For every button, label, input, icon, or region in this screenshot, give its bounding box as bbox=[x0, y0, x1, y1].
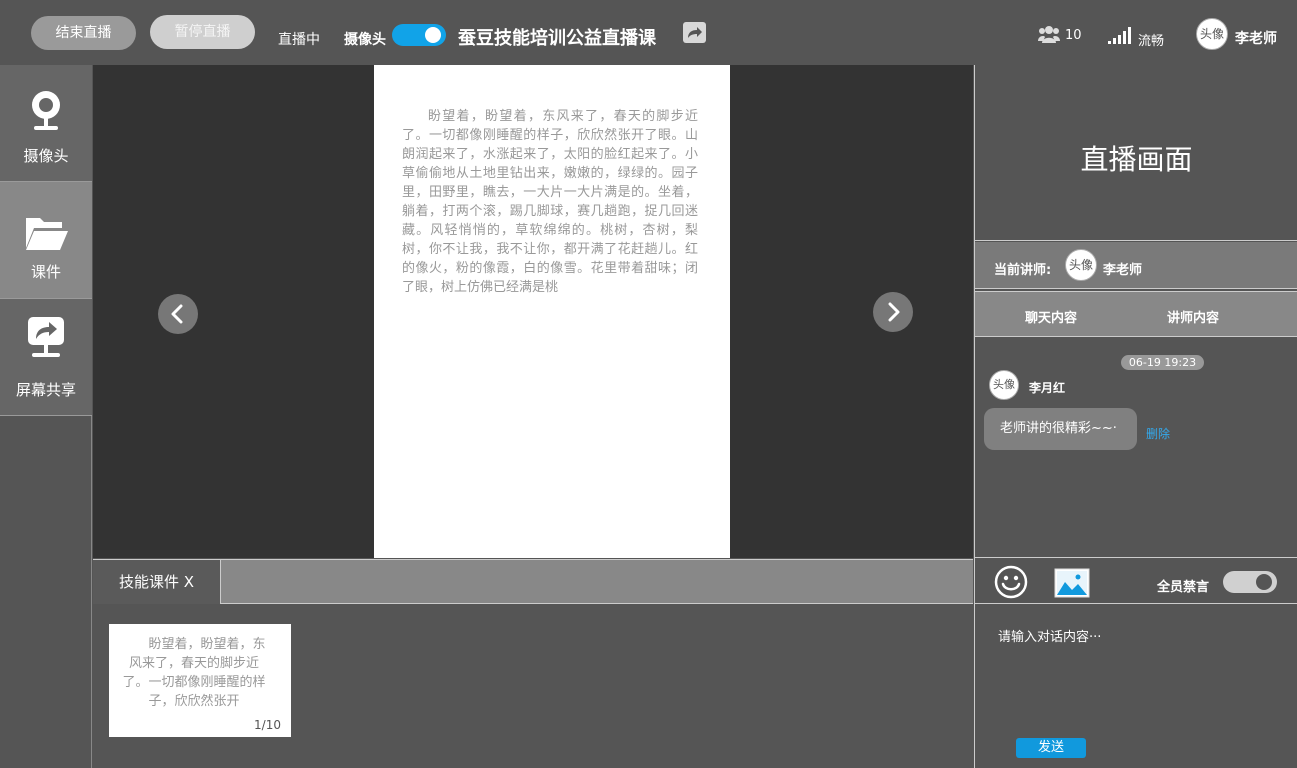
mute-all-label: 全员禁言 bbox=[1157, 580, 1210, 595]
avatar: 头像 bbox=[989, 370, 1019, 400]
next-page-button[interactable] bbox=[873, 292, 913, 332]
screen-share-icon bbox=[28, 317, 64, 357]
sidebar-item-label: 课件 bbox=[30, 263, 61, 281]
right-panel: 直播画面 当前讲师: 头像 李老师 聊天内容 讲师内容 06-19 19:23 … bbox=[974, 65, 1297, 768]
delete-message-link[interactable]: 删除 bbox=[1146, 425, 1170, 442]
thumbnail-strip: 盼望着，盼望着，东风来了，春天的脚步近了。一切都像刚睡醒的样子，欣欣然张开 1/… bbox=[93, 605, 973, 768]
live-screen: 直播画面 bbox=[975, 65, 1297, 241]
users-icon bbox=[1038, 26, 1060, 43]
prev-page-button[interactable] bbox=[158, 294, 198, 334]
pause-live-button[interactable]: 暂停直播 bbox=[150, 15, 255, 49]
signal-icon bbox=[1108, 27, 1131, 44]
mute-all-toggle[interactable] bbox=[1223, 571, 1277, 593]
page-indicator: 1/10 bbox=[254, 718, 281, 732]
courseware-tab-bar: 技能课件 X bbox=[93, 559, 973, 604]
page-thumbnail[interactable]: 盼望着，盼望着，东风来了，春天的脚步近了。一切都像刚睡醒的样子，欣欣然张开 1/… bbox=[109, 624, 291, 737]
top-bar: 结束直播 暂停直播 直播中 摄像头 蚕豆技能培训公益直播课 10 流畅 头像 李… bbox=[0, 0, 1297, 64]
chevron-left-icon bbox=[171, 304, 183, 324]
camera-toggle-label: 摄像头 bbox=[344, 32, 386, 48]
chevron-right-icon bbox=[888, 302, 900, 322]
viewer-count: 10 bbox=[1065, 28, 1082, 43]
tab-skill-courseware[interactable]: 技能课件 X bbox=[93, 560, 221, 604]
toggle-knob bbox=[425, 27, 441, 43]
send-button[interactable]: 发送 bbox=[1016, 738, 1086, 758]
emoji-icon[interactable] bbox=[994, 565, 1028, 599]
live-status-label: 直播中 bbox=[278, 32, 320, 48]
camera-toggle[interactable] bbox=[392, 24, 446, 46]
chat-tabs: 聊天内容 讲师内容 bbox=[975, 291, 1297, 337]
avatar: 头像 bbox=[1065, 249, 1097, 281]
chat-tools-bar: 全员禁言 bbox=[975, 557, 1297, 604]
sidebar-item-label: 屏幕共享 bbox=[15, 381, 76, 399]
document-text: 盼望着，盼望着，东风来了，春天的脚步近了。一切都像刚睡醒的样子，欣欣然张开了眼。… bbox=[402, 109, 698, 295]
sidebar-item-screen-share[interactable]: 屏幕共享 bbox=[0, 299, 92, 416]
avatar[interactable]: 头像 bbox=[1196, 18, 1228, 50]
thumbnail-text: 盼望着，盼望着，东风来了，春天的脚步近了。一切都像刚睡醒的样子，欣欣然张开 bbox=[122, 637, 266, 709]
network-status: 流畅 bbox=[1138, 34, 1165, 49]
sidebar-item-label: 摄像头 bbox=[23, 147, 69, 165]
toggle-knob bbox=[1256, 574, 1272, 590]
current-teacher-label: 当前讲师: bbox=[994, 263, 1052, 278]
courseware-stage: 盼望着，盼望着，东风来了，春天的脚步近了。一切都像刚睡醒的样子，欣欣然张开了眼。… bbox=[93, 65, 973, 558]
live-screen-title: 直播画面 bbox=[1080, 143, 1193, 176]
share-icon[interactable] bbox=[683, 22, 706, 43]
teacher-name[interactable]: 李老师 bbox=[1235, 28, 1277, 48]
message-username: 李月红 bbox=[1029, 381, 1066, 395]
sidebar: 摄像头 课件 屏幕共享 bbox=[0, 65, 92, 768]
folder-open-icon bbox=[26, 218, 68, 250]
current-teacher-name: 李老师 bbox=[1103, 263, 1143, 278]
tab-chat-content[interactable]: 聊天内容 bbox=[1025, 307, 1077, 326]
sidebar-item-camera[interactable]: 摄像头 bbox=[0, 65, 92, 182]
tab-teacher-content[interactable]: 讲师内容 bbox=[1167, 307, 1219, 326]
message-timestamp: 06-19 19:23 bbox=[1121, 355, 1204, 370]
current-teacher-bar: 当前讲师: 头像 李老师 bbox=[975, 242, 1297, 289]
document-page: 盼望着，盼望着，东风来了，春天的脚步近了。一切都像刚睡醒的样子，欣欣然张开了眼。… bbox=[374, 65, 730, 558]
end-live-button[interactable]: 结束直播 bbox=[31, 16, 136, 50]
sidebar-item-courseware[interactable]: 课件 bbox=[0, 182, 92, 299]
image-icon[interactable] bbox=[1054, 568, 1090, 598]
course-title: 蚕豆技能培训公益直播课 bbox=[458, 28, 656, 49]
message-bubble: 老师讲的很精彩~~· bbox=[984, 408, 1137, 450]
webcam-icon bbox=[32, 91, 60, 130]
